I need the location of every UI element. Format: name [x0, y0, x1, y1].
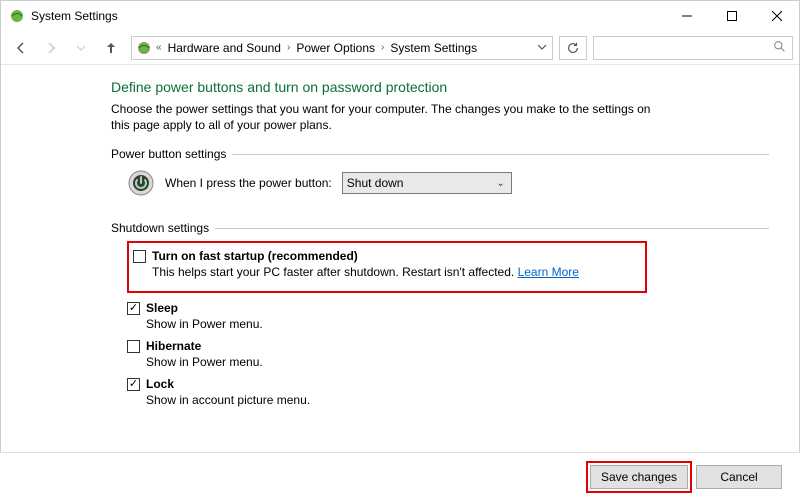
breadcrumb-root-glyph[interactable]: «	[154, 42, 164, 53]
footer: Save changes Cancel	[0, 452, 800, 500]
titlebar: System Settings	[1, 1, 799, 31]
group-legend: Shutdown settings	[111, 221, 215, 235]
power-button-select[interactable]: Shut down ⌄	[342, 172, 512, 194]
cancel-button[interactable]: Cancel	[696, 465, 782, 489]
power-button-settings-group: Power button settings When I press the p…	[111, 147, 769, 209]
sleep-checkbox[interactable]	[127, 302, 140, 315]
lock-label: Lock	[146, 377, 174, 391]
sleep-label: Sleep	[146, 301, 178, 315]
window-controls	[664, 1, 799, 31]
hibernate-desc: Show in Power menu.	[127, 355, 769, 369]
chevron-right-icon: ›	[379, 42, 386, 53]
refresh-button[interactable]	[559, 36, 587, 60]
content-area: Define power buttons and turn on passwor…	[1, 65, 799, 413]
page-description: Choose the power settings that you want …	[111, 101, 671, 133]
group-legend: Power button settings	[111, 147, 232, 161]
minimize-button[interactable]	[664, 1, 709, 31]
breadcrumb-dropdown[interactable]	[534, 41, 550, 55]
save-changes-button[interactable]: Save changes	[590, 465, 688, 489]
search-input[interactable]	[593, 36, 793, 60]
breadcrumb-item[interactable]: Hardware and Sound	[164, 37, 285, 59]
maximize-button[interactable]	[709, 1, 754, 31]
shutdown-settings-group: Shutdown settings Turn on fast startup (…	[111, 221, 769, 413]
breadcrumb-item[interactable]: Power Options	[292, 37, 379, 59]
recent-dropdown[interactable]	[67, 34, 95, 62]
chevron-right-icon: ›	[285, 42, 292, 53]
up-button[interactable]	[97, 34, 125, 62]
breadcrumb-item[interactable]: System Settings	[386, 37, 481, 59]
fast-startup-label: Turn on fast startup (recommended)	[152, 249, 358, 263]
forward-button[interactable]	[37, 34, 65, 62]
hibernate-checkbox[interactable]	[127, 340, 140, 353]
chevron-down-icon: ⌄	[490, 178, 510, 189]
navbar: « Hardware and Sound › Power Options › S…	[1, 31, 799, 65]
power-button-label: When I press the power button:	[165, 176, 332, 190]
page-title: Define power buttons and turn on passwor…	[111, 79, 769, 95]
hibernate-label: Hibernate	[146, 339, 201, 353]
app-icon	[9, 8, 25, 24]
breadcrumb-icon	[136, 40, 152, 56]
lock-desc: Show in account picture menu.	[127, 393, 769, 407]
search-icon	[773, 40, 786, 56]
window-title: System Settings	[31, 9, 118, 23]
power-icon	[127, 169, 155, 197]
learn-more-link[interactable]: Learn More	[518, 265, 579, 279]
lock-checkbox[interactable]	[127, 378, 140, 391]
fast-startup-checkbox[interactable]	[133, 250, 146, 263]
fast-startup-highlight: Turn on fast startup (recommended) This …	[127, 241, 647, 293]
breadcrumb-bar[interactable]: « Hardware and Sound › Power Options › S…	[131, 36, 553, 60]
sleep-desc: Show in Power menu.	[127, 317, 769, 331]
fast-startup-desc: This helps start your PC faster after sh…	[152, 265, 518, 279]
close-button[interactable]	[754, 1, 799, 31]
power-button-selected: Shut down	[347, 176, 404, 190]
back-button[interactable]	[7, 34, 35, 62]
